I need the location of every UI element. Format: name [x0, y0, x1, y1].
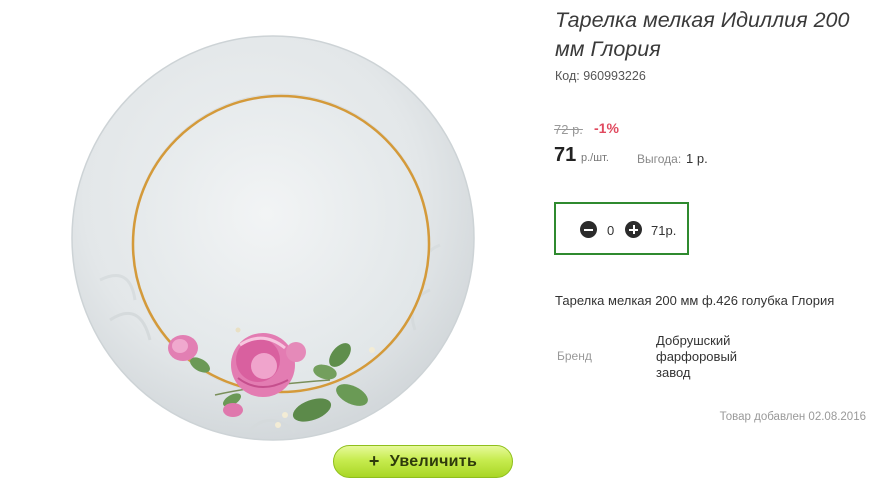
price-unit: р./шт. [581, 152, 609, 164]
brand-value: Добрушский фарфоровый завод [656, 333, 738, 380]
discount-badge: -1% [594, 120, 619, 136]
product-description: Тарелка мелкая 200 мм ф.426 голубка Глор… [555, 293, 835, 308]
zoom-button[interactable]: + Увеличить [333, 445, 513, 478]
quantity-value[interactable]: 0 [607, 223, 614, 238]
old-price: 72 р. [554, 122, 583, 137]
saving-label: Выгода: [637, 152, 682, 166]
brand-label: Бренд [557, 349, 592, 363]
product-title: Тарелка мелкая Идиллия 200 мм Глория [555, 8, 850, 61]
plus-icon: + [368, 451, 380, 471]
product-code-value: 960993226 [583, 69, 646, 83]
current-price: 71 [554, 144, 577, 166]
minus-circle-icon[interactable] [580, 221, 597, 238]
saving-value: 1 р. [686, 151, 708, 166]
plus-circle-icon[interactable] [625, 221, 642, 238]
cart-quantity-box: 0 71р. [554, 202, 689, 255]
zoom-button-label: Увеличить [389, 452, 478, 470]
line-total: 71р. [651, 223, 677, 238]
product-image[interactable] [0, 0, 545, 479]
product-code-label: Код: [555, 69, 580, 83]
added-date: Товар добавлен 02.08.2016 [719, 411, 866, 423]
product-code: Код: 960993226 [555, 69, 646, 83]
